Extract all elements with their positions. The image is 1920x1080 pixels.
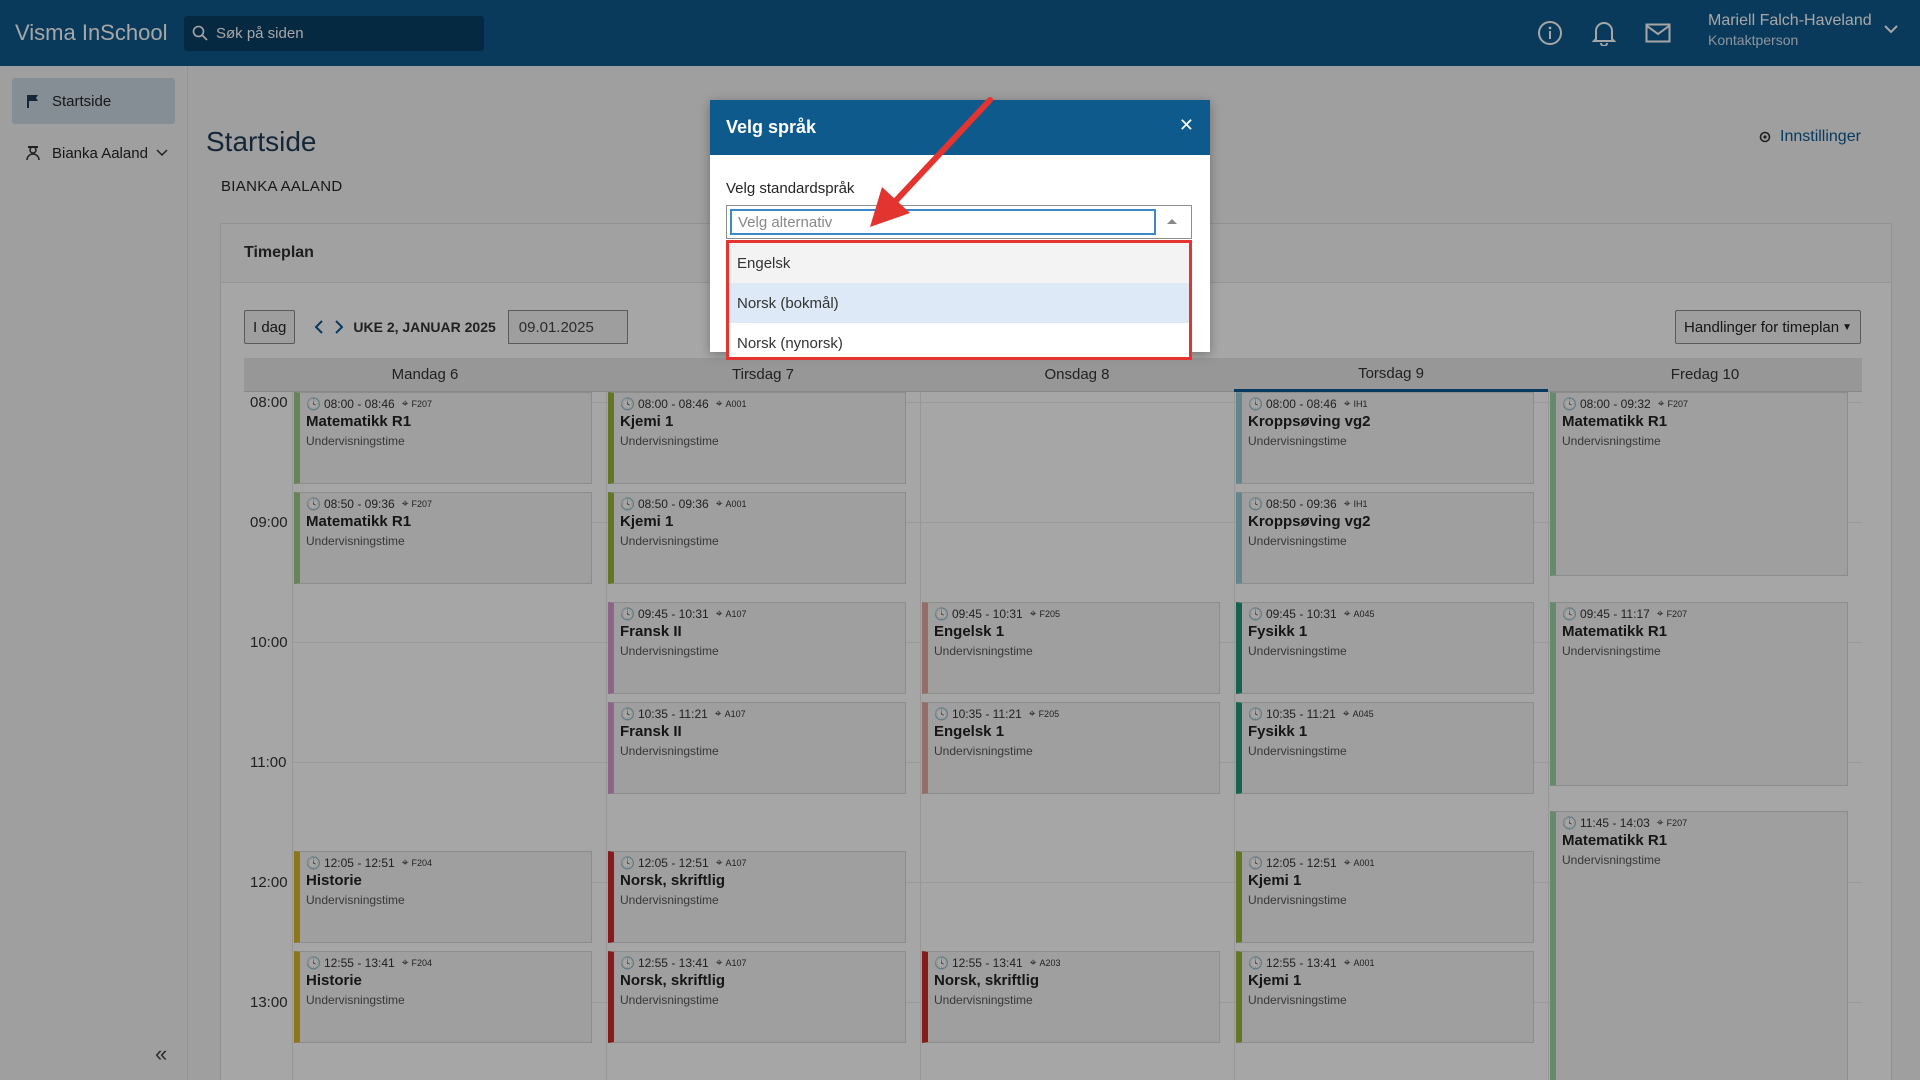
close-icon[interactable]: ✕	[1179, 115, 1194, 136]
language-dropdown: Engelsk Norsk (bokmål) Norsk (nynorsk)	[726, 240, 1192, 360]
language-label: Velg standardspråk	[726, 180, 855, 197]
option-norsk-nynorsk[interactable]: Norsk (nynorsk)	[729, 323, 1189, 363]
option-norsk-bokmal[interactable]: Norsk (bokmål)	[729, 283, 1189, 323]
annotation-arrow	[870, 97, 993, 227]
option-engelsk[interactable]: Engelsk	[729, 243, 1189, 283]
caret-up-icon	[1167, 219, 1177, 224]
